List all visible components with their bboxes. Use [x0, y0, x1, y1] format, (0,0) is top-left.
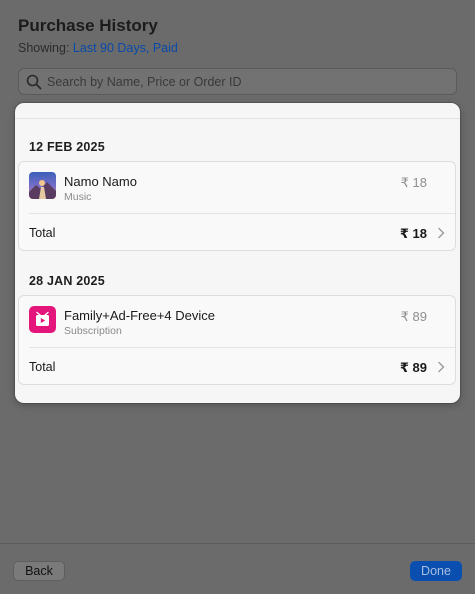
panel-divider	[15, 118, 460, 119]
album-art-icon	[29, 172, 56, 199]
header: Purchase History Showing: Last 90 Days, …	[0, 0, 475, 100]
done-button[interactable]: Done	[410, 561, 462, 581]
total-label: Total	[29, 226, 56, 240]
item-price: ₹ 18	[400, 175, 427, 190]
total-value: ₹ 89	[399, 360, 427, 375]
purchase-card: Family+Ad-Free+4 Device Subscription ₹ 8…	[18, 295, 456, 385]
chevron-right-icon	[438, 361, 445, 373]
purchase-card: Namo Namo Music ₹ 18 Total ₹ 18	[18, 161, 456, 251]
item-name: Namo Namo	[64, 174, 137, 189]
purchase-date-header: 28 JAN 2025	[29, 274, 105, 288]
total-row[interactable]: Total ₹ 18	[19, 214, 455, 252]
filter-summary: Showing: Last 90 Days, Paid	[18, 41, 178, 55]
item-type: Music	[64, 191, 92, 203]
purchase-list-panel: 12 FEB 2025 Namo Namo Music ₹ 18 Total ₹…	[15, 103, 460, 403]
filter-link[interactable]: Last 90 Days, Paid	[73, 41, 178, 55]
chevron-right-icon	[438, 227, 445, 239]
showing-label: Showing:	[18, 41, 70, 55]
purchase-date-header: 12 FEB 2025	[29, 140, 105, 154]
item-price: ₹ 89	[400, 309, 427, 324]
total-row[interactable]: Total ₹ 89	[19, 348, 455, 386]
search-icon	[26, 74, 42, 89]
purchase-item-row[interactable]: Family+Ad-Free+4 Device Subscription ₹ 8…	[19, 296, 455, 348]
item-type: Subscription	[64, 325, 122, 337]
back-button[interactable]: Back	[13, 561, 65, 581]
footer-divider	[0, 543, 475, 544]
search-input[interactable]	[47, 74, 456, 89]
subscription-app-icon	[29, 306, 56, 333]
total-label: Total	[29, 360, 56, 374]
purchase-item-row[interactable]: Namo Namo Music ₹ 18	[19, 162, 455, 214]
purchase-history-window: Purchase History Showing: Last 90 Days, …	[0, 0, 475, 594]
total-value: ₹ 18	[399, 226, 427, 241]
search-field[interactable]	[18, 68, 457, 95]
item-name: Family+Ad-Free+4 Device	[64, 308, 215, 323]
page-title: Purchase History	[18, 16, 158, 35]
